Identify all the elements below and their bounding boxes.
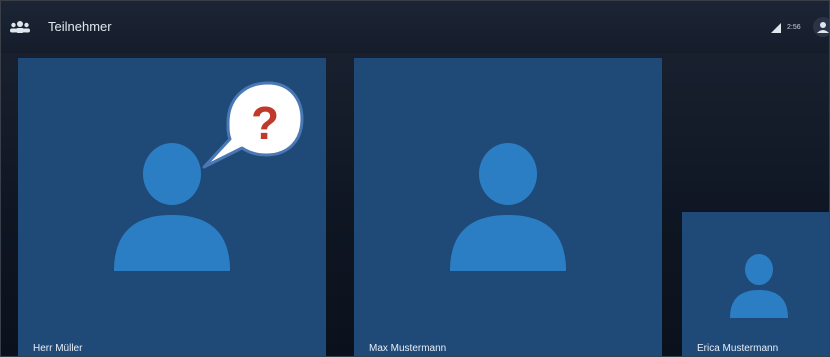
question-speech-bubble-icon: ? bbox=[202, 81, 304, 169]
top-bar: Teilnehmer 2:56 bbox=[1, 1, 829, 53]
avatar-icon bbox=[730, 254, 788, 318]
account-icon[interactable] bbox=[813, 17, 829, 37]
meeting-window: Teilnehmer 2:56 Herr Müller Max Musterma… bbox=[0, 0, 830, 357]
participant-tile[interactable]: Erica Mustermann bbox=[682, 212, 829, 356]
avatar-icon bbox=[450, 143, 566, 271]
people-icon[interactable] bbox=[9, 19, 31, 35]
clock-time: 2:56 bbox=[787, 24, 801, 31]
question-mark: ? bbox=[251, 97, 279, 149]
participant-name: Herr Müller bbox=[33, 343, 83, 354]
participant-name: Erica Mustermann bbox=[697, 343, 779, 354]
participant-tile[interactable]: Max Mustermann bbox=[354, 58, 662, 356]
page-title: Teilnehmer bbox=[48, 19, 112, 34]
participant-name: Max Mustermann bbox=[369, 343, 447, 354]
signal-icon bbox=[771, 23, 781, 33]
